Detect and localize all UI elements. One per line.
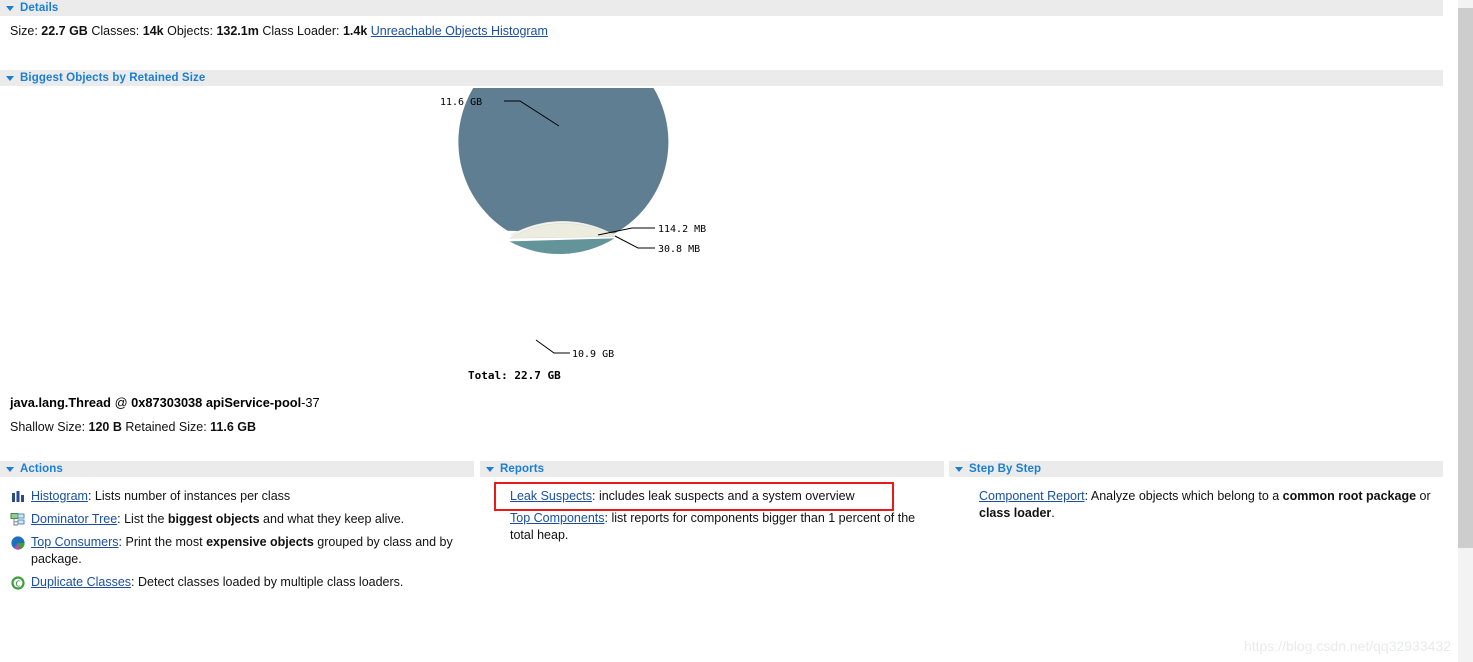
leader-line-30-8-mb	[614, 235, 655, 249]
pie-total-label: Total: 22.7 GB	[468, 369, 561, 382]
action-description: Histogram: Lists number of instances per…	[31, 488, 470, 505]
section-header-actions[interactable]: Actions	[0, 461, 474, 477]
shallow-size-label: Shallow Size:	[10, 420, 86, 434]
actions-list: Histogram: Lists number of instances per…	[10, 488, 470, 596]
selected-object-address: 0x87303038	[131, 395, 203, 410]
description-text: : Analyze objects which belong to a	[1084, 489, 1283, 503]
details-size-label: Size:	[10, 24, 38, 38]
action-item-top-consumers[interactable]: Top Consumers: Print the most expensive …	[10, 534, 470, 568]
details-classes-value: 14k	[142, 24, 164, 38]
action-description: Leak Suspects: includes leak suspects an…	[510, 489, 855, 503]
action-link-duplicate-classes[interactable]: Duplicate Classes	[31, 575, 131, 589]
action-item-histogram[interactable]: Histogram: Lists number of instances per…	[10, 488, 470, 505]
retained-size-pie-chart[interactable]: 11.6 GB 114.2 MB 30.8 MB 10.9 GB Total: …	[0, 88, 1443, 388]
step-by-step-list: Component Report: Analyze objects which …	[957, 488, 1447, 527]
action-description: Dominator Tree: List the biggest objects…	[31, 511, 470, 528]
details-size-value: 22.7 GB	[41, 24, 88, 38]
action-description: Top Consumers: Print the most expensive …	[31, 534, 470, 568]
svg-text:C: C	[16, 579, 21, 588]
selected-object-class: java.lang.Thread	[10, 395, 111, 410]
pie-slice-11-6-gb[interactable]	[457, 88, 668, 234]
action-item-duplicate-classes[interactable]: C Duplicate Classes: Detect classes loade…	[10, 574, 470, 591]
pie-chart-svg[interactable]: 11.6 GB 114.2 MB 30.8 MB 10.9 GB Total: …	[402, 88, 1042, 388]
section-title-actions: Actions	[20, 463, 63, 475]
report-item-top-components[interactable]: Top Components: list reports for compone…	[488, 510, 938, 544]
details-classes-label: Classes:	[91, 24, 140, 38]
action-link-histogram[interactable]: Histogram	[31, 489, 88, 503]
top-consumers-icon	[10, 535, 26, 551]
scrollbar-up-area[interactable]	[1458, 0, 1473, 8]
unreachable-objects-histogram-link[interactable]: Unreachable Objects Histogram	[371, 24, 548, 38]
step-item-component-report[interactable]: Component Report: Analyze objects which …	[957, 488, 1447, 522]
collapse-twisty-icon[interactable]	[955, 466, 963, 472]
leader-line-10-9-gb	[535, 339, 570, 354]
section-title-biggest-objects: Biggest Objects by Retained Size	[20, 72, 206, 84]
pie-label-10-9-gb: 10.9 GB	[572, 349, 614, 360]
section-header-step-by-step[interactable]: Step By Step	[949, 461, 1443, 477]
description-text: : includes leak suspects and a system ov…	[592, 489, 855, 503]
section-title-details: Details	[20, 2, 59, 14]
section-header-biggest-objects[interactable]: Biggest Objects by Retained Size	[0, 70, 1443, 86]
details-summary-line: Size: 22.7 GB Classes: 14k Objects: 132.…	[10, 24, 548, 38]
shallow-size-value: 120 B	[88, 420, 122, 434]
action-link-top-consumers[interactable]: Top Consumers	[31, 535, 119, 549]
selected-object-thread-index: -37	[301, 395, 320, 410]
dominator-tree-icon	[10, 512, 26, 528]
section-header-reports[interactable]: Reports	[480, 461, 944, 477]
reports-list: Leak Suspects: includes leak suspects an…	[488, 488, 938, 549]
description-emphasis: expensive objects	[206, 534, 314, 549]
description-text: and what they keep alive.	[259, 511, 405, 526]
selected-object-title: java.lang.Thread @ 0x87303038 apiService…	[10, 395, 320, 410]
memory-analyzer-overview: Details Size: 22.7 GB Classes: 14k Objec…	[0, 0, 1473, 662]
collapse-twisty-icon[interactable]	[486, 466, 494, 472]
description-text: : List the	[117, 511, 168, 526]
collapse-twisty-icon[interactable]	[6, 5, 14, 11]
retained-size-value: 11.6 GB	[210, 420, 257, 434]
collapse-twisty-icon[interactable]	[6, 75, 14, 81]
details-classloader-label: Class Loader:	[262, 24, 340, 38]
action-description: Duplicate Classes: Detect classes loaded…	[31, 574, 470, 591]
histogram-icon	[10, 489, 26, 505]
action-link-dominator-tree[interactable]: Dominator Tree	[31, 512, 117, 526]
step-link-component-report[interactable]: Component Report	[979, 489, 1085, 503]
description-text: : Print the most	[118, 534, 207, 549]
details-classloader-value: 1.4k	[342, 24, 368, 38]
description-text: : Detect classes loaded by multiple clas…	[131, 574, 404, 589]
pie-label-114-2-mb: 114.2 MB	[658, 224, 706, 235]
report-item-leak-suspects[interactable]: Leak Suspects: includes leak suspects an…	[488, 488, 938, 505]
description-text: or	[1416, 489, 1431, 503]
action-description: Component Report: Analyze objects which …	[979, 489, 1431, 520]
description-emphasis: biggest objects	[167, 511, 260, 526]
report-link-top-components[interactable]: Top Components	[510, 511, 605, 525]
section-title-reports: Reports	[500, 463, 545, 475]
description-text: .	[1051, 505, 1055, 520]
action-item-dominator-tree[interactable]: Dominator Tree: List the biggest objects…	[10, 511, 470, 528]
pie-label-11-6-gb: 11.6 GB	[440, 97, 482, 108]
pie-label-30-8-mb: 30.8 MB	[658, 244, 700, 255]
selected-object-thread-name: apiService-pool	[205, 395, 302, 410]
section-header-details[interactable]: Details	[0, 0, 1443, 16]
description-emphasis: common root package	[1282, 489, 1417, 503]
selected-object-sizes: Shallow Size: 120 B Retained Size: 11.6 …	[10, 420, 256, 434]
retained-size-label: Retained Size:	[125, 420, 207, 434]
collapse-twisty-icon[interactable]	[6, 466, 14, 472]
section-title-step-by-step: Step By Step	[969, 463, 1042, 475]
vertical-scrollbar-thumb[interactable]	[1458, 8, 1473, 548]
description-emphasis: class loader	[979, 505, 1052, 520]
action-description: Top Components: list reports for compone…	[510, 511, 915, 542]
details-objects-label: Objects:	[167, 24, 213, 38]
selected-object-at: @	[114, 395, 128, 410]
report-link-leak-suspects[interactable]: Leak Suspects	[510, 489, 592, 503]
details-objects-value: 132.1m	[216, 24, 259, 38]
pie-slice-10-9-gb[interactable]	[508, 238, 614, 255]
watermark-text: https://blog.csdn.net/qq32933432	[1243, 638, 1451, 654]
scrollbar-down-area[interactable]	[1458, 654, 1473, 662]
description-text: : Lists number of instances per class	[87, 489, 291, 503]
duplicate-classes-icon: C	[10, 575, 26, 591]
